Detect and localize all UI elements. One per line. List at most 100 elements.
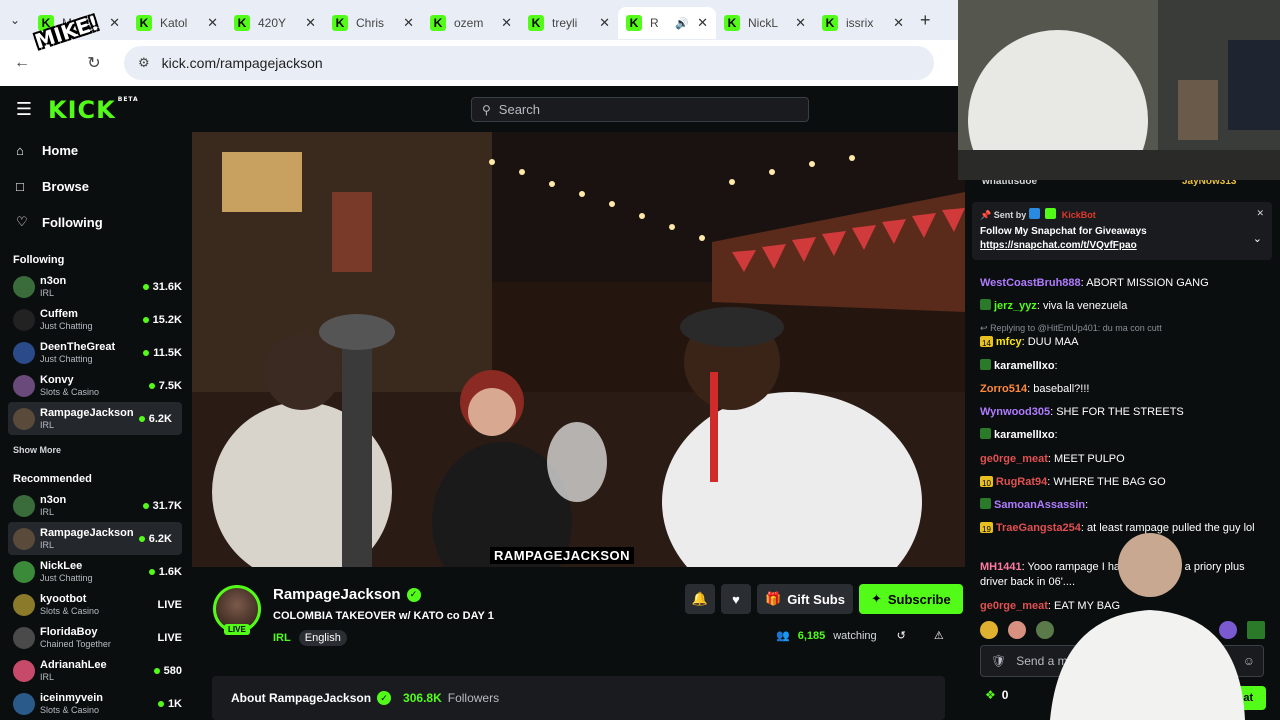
language-tag[interactable]: English <box>298 630 347 646</box>
subscribe-button[interactable]: ✦ Subscribe <box>858 584 963 614</box>
channel-name[interactable]: RampageJackson <box>273 586 401 603</box>
pinned-message[interactable]: 📌 Sent by KickBot ✕ Follow My Snapchat f… <box>972 202 1272 260</box>
follow-button[interactable]: ♥ <box>721 584 751 614</box>
reload-button[interactable]: ↻ <box>76 53 112 73</box>
avatar <box>13 527 35 550</box>
close-tab-icon[interactable]: ✕ <box>893 15 904 31</box>
category-link[interactable]: IRL <box>273 632 291 644</box>
pinned-link[interactable]: https://snapchat.com/t/VQvfFpao <box>980 240 1264 251</box>
chat-username[interactable]: karamellIxo <box>994 429 1055 441</box>
sidebar-channel-konvy[interactable]: Konvy Slots & Casino 7.5K <box>0 369 192 402</box>
sidebar-channel-floridaboy[interactable]: FloridaBoy Chained Together LIVE <box>0 621 192 654</box>
sidebar-channel-adrianahlee[interactable]: AdrianahLee IRL 580 <box>0 654 192 687</box>
viewer-count: LIVE <box>157 598 182 611</box>
report-icon[interactable]: ⚠ <box>934 629 944 642</box>
chat-username[interactable]: Zorro514 <box>980 383 1027 395</box>
chat-points[interactable]: ❖ 0 <box>985 688 1008 702</box>
sidebar-channel-deenthegreat[interactable]: DeenTheGreat Just Chatting 11.5K <box>0 336 192 369</box>
chat-username[interactable]: karamellIxo <box>994 360 1055 372</box>
tab-search-button[interactable]: ⌄ <box>0 0 30 40</box>
avatar <box>13 374 35 397</box>
emote-icon[interactable] <box>980 621 998 639</box>
live-dot-icon <box>142 283 149 290</box>
close-tab-icon[interactable]: ✕ <box>697 15 708 31</box>
avatar <box>13 626 35 649</box>
browser-tab[interactable]: Kissrix ✕ <box>814 7 912 39</box>
viewer-count: LIVE <box>157 631 182 644</box>
gift-subs-button[interactable]: 🎁 Gift Subs <box>757 584 853 614</box>
browser-tab[interactable]: K R 🔊 ✕ <box>618 7 716 39</box>
reply-icon: ↩ <box>980 323 988 333</box>
about-section[interactable]: About RampageJackson ✓ 306.8K Followers <box>212 676 945 720</box>
chat-username[interactable]: Wynwood305 <box>980 406 1050 418</box>
browser-tab[interactable]: K NickL ✕ <box>716 7 814 39</box>
chat-username[interactable]: MH1441 <box>980 561 1022 573</box>
menu-icon[interactable]: ☰ <box>0 99 48 120</box>
browser-tab-bar: ⌄ K M ✕ K Katol ✕ K 420Y ✕ K Chris ✕ Kozem ✕ Ktreyli ✕ K… <box>0 0 958 40</box>
sidebar-nav-browse[interactable]: □ Browse <box>0 168 192 204</box>
browser-tab[interactable]: Ktreyli ✕ <box>520 7 618 39</box>
chat-username[interactable]: WestCoastBruh888 <box>980 277 1081 289</box>
tab-title: 420Y <box>258 16 287 30</box>
channel-name: n3on <box>40 275 67 287</box>
close-tab-icon[interactable]: ✕ <box>599 15 610 31</box>
browser-tab[interactable]: K Chris ✕ <box>324 7 422 39</box>
kick-favicon-icon: K <box>332 15 348 31</box>
chat-text: DUU MAA <box>1027 336 1079 348</box>
sidebar-channel-cuffem[interactable]: Cuffem Just Chatting 15.2K <box>0 303 192 336</box>
sidebar-channel-nicklee[interactable]: NickLee Just Chatting 1.6K <box>0 555 192 588</box>
search-placeholder: Search <box>498 102 540 117</box>
close-tab-icon[interactable]: ✕ <box>501 15 512 31</box>
new-tab-button[interactable]: + <box>920 10 931 31</box>
viewer-count: 7.5K <box>148 380 182 392</box>
tab-title: treyli <box>552 16 578 30</box>
kick-favicon-icon: K <box>136 15 152 31</box>
video-player[interactable]: RAMPAGEJACKSON <box>192 132 965 567</box>
chat-message: SamoanAssassin: <box>980 498 1270 513</box>
browser-tab[interactable]: Kozem ✕ <box>422 7 520 39</box>
channel-category: Chained Together <box>40 639 111 649</box>
following-heading: Following <box>13 254 65 266</box>
site-info-icon[interactable]: ⚙ <box>138 55 150 71</box>
show-more-link[interactable]: Show More <box>0 435 192 459</box>
close-tab-icon[interactable]: ✕ <box>305 15 316 31</box>
avatar <box>13 407 35 430</box>
close-tab-icon[interactable]: ✕ <box>403 15 414 31</box>
sidebar-channel-kyootbot[interactable]: kyootbot Slots & Casino LIVE <box>0 588 192 621</box>
tab-title: issrix <box>846 16 874 30</box>
chat-message: karamellIxo: <box>980 359 1270 374</box>
search-input[interactable]: ⚲ Search <box>471 97 809 122</box>
gift-badge-icon <box>980 498 991 509</box>
chat-username[interactable]: SamoanAssassin <box>994 499 1085 511</box>
bell-icon: 🔔 <box>691 591 709 606</box>
kick-logo[interactable]: KICK BETA <box>48 96 139 124</box>
close-tab-icon[interactable]: ✕ <box>795 15 806 31</box>
share-icon[interactable]: ↺ <box>897 629 906 642</box>
sidebar-channel-rampagejackson[interactable]: RampageJackson IRL 6.2K <box>8 522 182 555</box>
browser-tab[interactable]: K Katol ✕ <box>128 7 226 39</box>
chat-username[interactable]: RugRat94 <box>996 476 1047 488</box>
unpin-icon[interactable]: ✕ <box>1256 208 1264 219</box>
site-header: ☰ KICK BETA ⚲ Search <box>0 87 965 132</box>
channel-category: Just Chatting <box>40 573 93 583</box>
live-dot-icon <box>138 535 145 542</box>
chat-username[interactable]: ge0rge_meat <box>980 453 1048 465</box>
sidebar-channel-rampagejackson[interactable]: RampageJackson IRL 6.2K <box>8 402 182 435</box>
sidebar-nav-home[interactable]: ⌂ Home <box>0 132 192 168</box>
sidebar-nav-following[interactable]: ♡ Following <box>0 204 192 240</box>
browser-tab[interactable]: K 420Y ✕ <box>226 7 324 39</box>
chat-username[interactable]: mfcy <box>996 336 1022 348</box>
live-dot-icon <box>157 700 164 707</box>
expand-chevron-icon[interactable]: ⌄ <box>1253 232 1262 245</box>
chat-username[interactable]: jerz_yyz <box>994 300 1037 312</box>
viewer-count: 31.7K <box>142 500 182 512</box>
url-field[interactable]: ⚙ kick.com/rampagejackson <box>124 46 934 80</box>
close-tab-icon[interactable]: ✕ <box>207 15 218 31</box>
sidebar-channel-iceinmyvein[interactable]: iceinmyvein Slots & Casino 1K <box>0 687 192 720</box>
back-button[interactable]: ← <box>4 54 40 72</box>
speaker-icon[interactable]: 🔊 <box>675 17 689 30</box>
notification-bell-button[interactable]: 🔔 <box>685 584 715 614</box>
sidebar-channel-n3on[interactable]: n3on IRL 31.7K <box>0 489 192 522</box>
close-tab-icon[interactable]: ✕ <box>109 15 120 31</box>
sidebar-channel-n3on[interactable]: n3on IRL 31.6K <box>0 270 192 303</box>
